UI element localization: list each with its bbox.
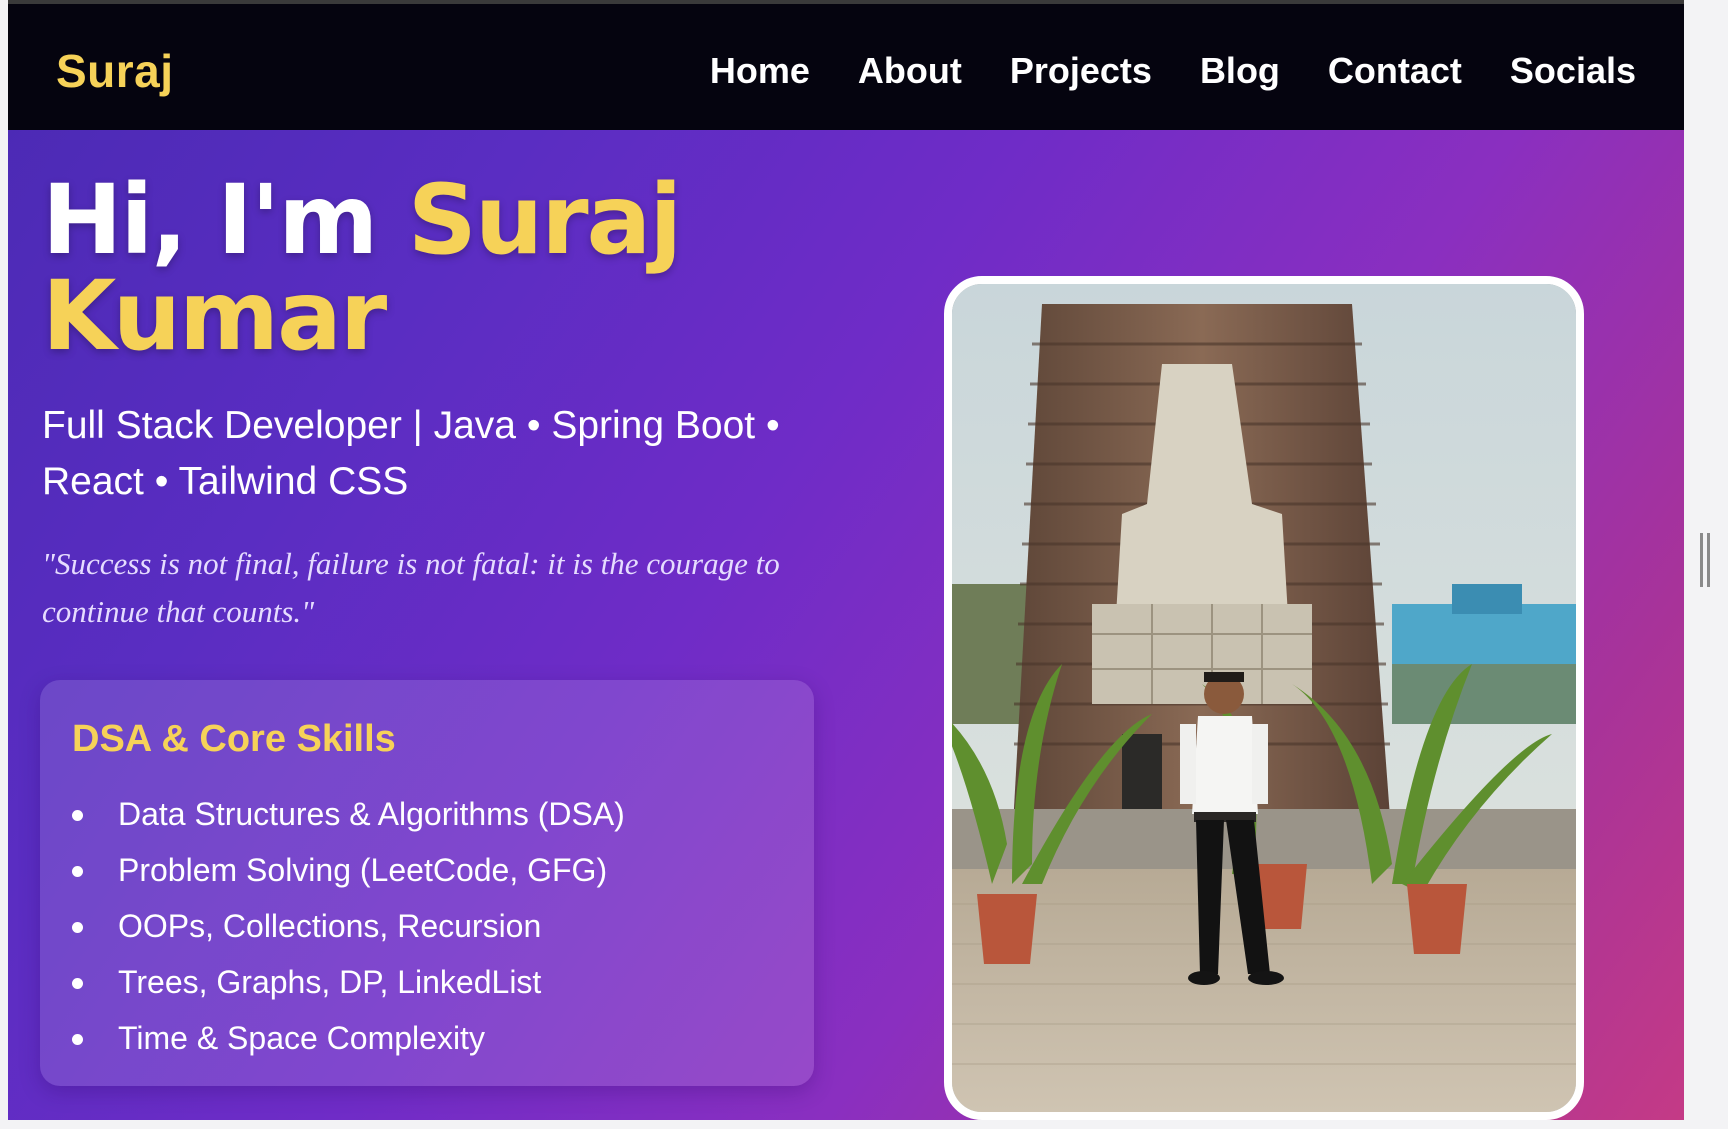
- skills-list: Data Structures & Algorithms (DSA) Probl…: [40, 786, 625, 1066]
- nav-projects[interactable]: Projects: [1010, 50, 1152, 92]
- main-nav: Home About Projects Blog Contact Socials: [710, 50, 1636, 92]
- hero-quote: "Success is not final, failure is not fa…: [42, 546, 780, 629]
- nav-socials[interactable]: Socials: [1510, 50, 1636, 92]
- profile-photo-illustration: [952, 284, 1576, 1112]
- skill-item: Data Structures & Algorithms (DSA): [40, 786, 625, 842]
- skills-card: DSA & Core Skills Data Structures & Algo…: [40, 680, 814, 1086]
- nav-contact[interactable]: Contact: [1328, 50, 1462, 92]
- hero-heading: Hi, I'm Suraj Kumar: [42, 172, 822, 364]
- resize-grip-handle[interactable]: [1700, 533, 1710, 587]
- skill-item: Trees, Graphs, DP, LinkedList: [40, 954, 625, 1010]
- nav-home[interactable]: Home: [710, 50, 810, 92]
- hero-name-last: Kumar: [42, 260, 387, 372]
- nav-about[interactable]: About: [858, 50, 962, 92]
- hero-subtitle: Full Stack Developer | Java • Spring Boo…: [42, 404, 780, 503]
- window-bottom-border: [0, 1120, 1728, 1129]
- navbar: Suraj Home About Projects Blog Contact S…: [8, 4, 1684, 130]
- nav-blog[interactable]: Blog: [1200, 50, 1280, 92]
- hero-name-first: Suraj: [407, 164, 683, 276]
- skill-item: Problem Solving (LeetCode, GFG): [40, 842, 625, 898]
- profile-photo: [944, 276, 1584, 1120]
- skill-item: OOPs, Collections, Recursion: [40, 898, 625, 954]
- portfolio-page: Suraj Home About Projects Blog Contact S…: [8, 4, 1684, 1120]
- skill-item: Time & Space Complexity: [40, 1010, 625, 1066]
- skills-title: DSA & Core Skills: [72, 718, 396, 760]
- brand-logo[interactable]: Suraj: [56, 44, 174, 98]
